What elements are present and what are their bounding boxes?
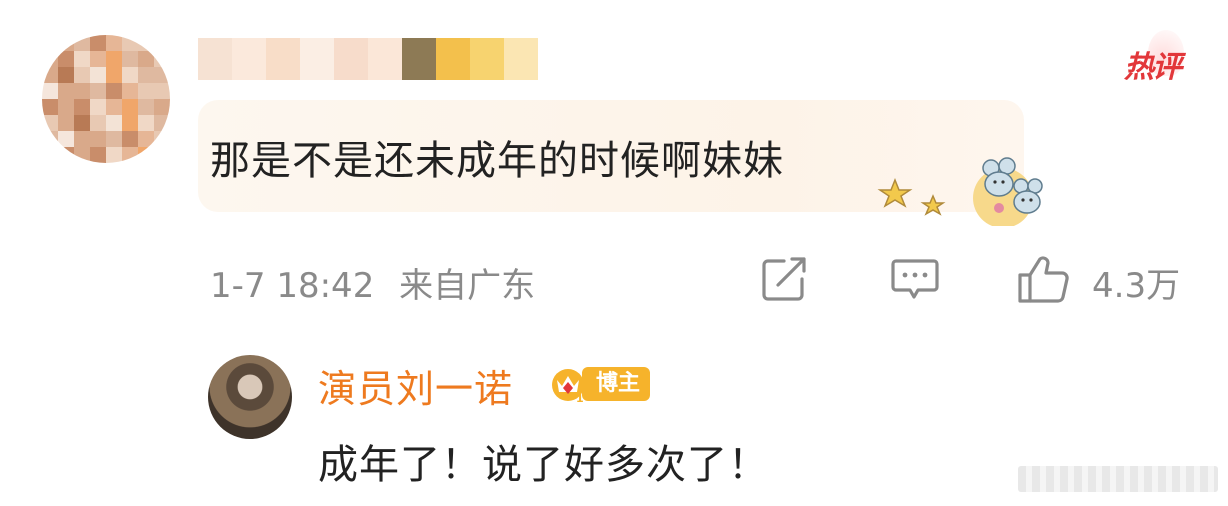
comment-time: 1-7 18:42: [210, 266, 375, 306]
commenter-avatar[interactable]: [42, 35, 170, 163]
mouse-sticker-icon: [877, 157, 1043, 226]
comment-location: 来自广东: [399, 266, 536, 306]
like-count: 4.3万: [1092, 266, 1181, 306]
blogger-badge: 1 博主: [548, 364, 651, 404]
comment-text: 那是不是还未成年的时候啊妹妹: [210, 138, 784, 184]
comment-meta: 1-7 18:42 来自广东: [210, 258, 535, 307]
reply-author-avatar[interactable]: [208, 355, 292, 439]
share-icon[interactable]: [760, 255, 810, 303]
watermark: [1018, 466, 1218, 492]
author-tag: 博主: [582, 367, 651, 401]
hot-comment-badge: 热评: [1124, 50, 1182, 85]
comment-icon[interactable]: [890, 255, 940, 303]
reply-author-name[interactable]: 演员刘一诺: [318, 358, 513, 413]
thumbs-up-icon[interactable]: [1016, 255, 1072, 305]
reply-text: 成年了！说了好多次了！: [318, 442, 769, 488]
commenter-name-redacted[interactable]: [198, 38, 538, 80]
